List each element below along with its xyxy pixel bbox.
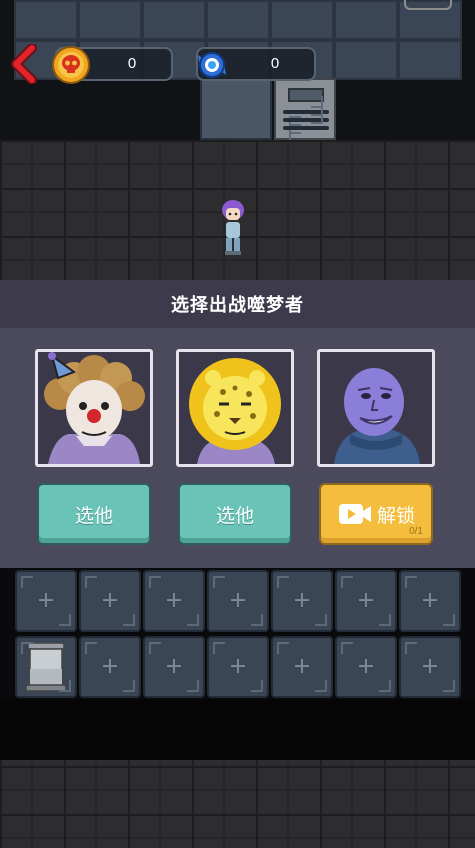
plus-icon: + [292, 654, 312, 679]
slot-grid: + + + + + + + + + + + + + [14, 570, 462, 702]
bed-icon [25, 642, 67, 692]
chevron-left-icon [11, 44, 37, 84]
empty-slot[interactable]: + [335, 636, 397, 698]
unlock-purple-man-button[interactable]: 解锁 0/1 [319, 483, 433, 545]
empty-slot[interactable]: + [207, 570, 269, 632]
blue-candy-icon [198, 52, 226, 78]
empty-slot[interactable]: + [143, 570, 205, 632]
empty-slot[interactable]: + [207, 636, 269, 698]
plus-icon: + [36, 588, 56, 613]
skull-coin-icon [52, 46, 90, 84]
brick-wall-lower [0, 760, 475, 848]
empty-slot[interactable]: + [399, 636, 461, 698]
character-select-panel: 选他 选他 解锁 0/1 [0, 328, 475, 568]
select-leopard-lion-button[interactable]: 选他 [178, 483, 292, 545]
empty-slot[interactable]: + [15, 570, 77, 632]
empty-slot[interactable]: + [79, 636, 141, 698]
select-clown-label: 选他 [74, 504, 113, 527]
plus-icon: + [228, 588, 248, 613]
clown-portrait[interactable] [35, 349, 153, 467]
plus-icon: + [164, 654, 184, 679]
empty-slot[interactable]: + [399, 570, 461, 632]
panel-title: 选择出战噬梦者 [171, 295, 304, 316]
coin-count: 0 [127, 55, 137, 72]
unlock-progress: 0/1 [409, 526, 423, 537]
plus-icon: + [356, 588, 376, 613]
select-clown-button[interactable]: 选他 [37, 483, 151, 545]
clown-image [38, 352, 150, 464]
gate-icon [404, 0, 452, 10]
empty-slot[interactable]: + [79, 570, 141, 632]
video-ad-icon [338, 504, 371, 524]
panel-header: 选择出战噬梦者 [0, 280, 475, 328]
corridor-gap [0, 700, 475, 760]
skull-coin-counter: 0 [52, 46, 173, 84]
back-button[interactable] [6, 42, 40, 86]
vending-machine [274, 78, 336, 144]
empty-slot[interactable]: + [335, 570, 397, 632]
wall-block [200, 78, 272, 140]
bed-slot[interactable] [15, 636, 77, 698]
plus-icon: + [356, 654, 376, 679]
plus-icon: + [164, 588, 184, 613]
empty-slot[interactable]: + [271, 570, 333, 632]
plus-icon: + [292, 588, 312, 613]
plus-icon: + [228, 654, 248, 679]
leopard-lion-portrait[interactable] [176, 349, 294, 467]
plus-icon: + [420, 588, 440, 613]
plus-icon: + [100, 588, 120, 613]
empty-slot[interactable]: + [271, 636, 333, 698]
player-character [222, 200, 244, 255]
purple-man-portrait[interactable] [317, 349, 435, 467]
plus-icon: + [420, 654, 440, 679]
candy-counter: 0 [196, 47, 316, 81]
select-leopard-lion-label: 选他 [215, 504, 254, 527]
empty-slot[interactable]: + [143, 636, 205, 698]
unlock-label: 解锁 [376, 504, 415, 527]
purple-man-image [320, 352, 432, 464]
leopard-lion-image [179, 352, 291, 464]
candy-count: 0 [270, 55, 280, 72]
plus-icon: + [100, 654, 120, 679]
